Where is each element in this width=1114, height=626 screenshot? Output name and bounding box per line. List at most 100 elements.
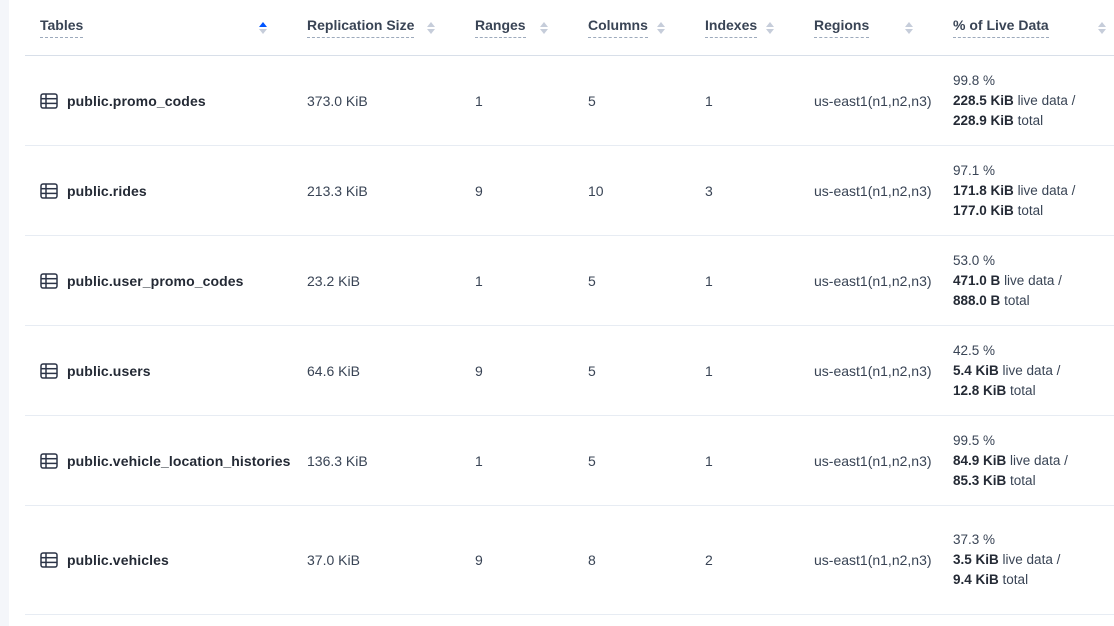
columns-cell: 5 — [588, 363, 705, 379]
live-data-total-value: 12.8 KiB — [953, 383, 1006, 398]
column-header-columns[interactable]: Columns — [588, 17, 705, 38]
table-icon — [40, 183, 58, 199]
ranges-cell: 1 — [475, 93, 588, 109]
sort-arrows-icon — [427, 22, 435, 34]
live-data-live-line: 171.8 KiB live data / — [953, 181, 1114, 201]
column-header-replication-size[interactable]: Replication Size — [307, 17, 475, 38]
live-data-total-line: 228.9 KiB total — [953, 111, 1114, 131]
live-data-live-value: 471.0 B — [953, 273, 1000, 288]
table-name-cell[interactable]: public.user_promo_codes — [40, 273, 307, 289]
ranges-cell: 9 — [475, 183, 588, 199]
live-data-total-value: 888.0 B — [953, 293, 1000, 308]
table-name-cell[interactable]: public.vehicle_location_histories — [40, 453, 307, 469]
table-name-cell[interactable]: public.vehicles — [40, 552, 307, 568]
table-name: public.user_promo_codes — [67, 273, 244, 289]
live-data-live-line: 471.0 B live data / — [953, 271, 1114, 291]
sort-arrows-icon — [766, 22, 774, 34]
live-data-total-line: 177.0 KiB total — [953, 201, 1114, 221]
live-data-cell: 42.5 %5.4 KiB live data /12.8 KiB total — [953, 341, 1114, 401]
regions-cell: us-east1(n1,n2,n3) — [814, 453, 953, 469]
table-name-cell[interactable]: public.users — [40, 363, 307, 379]
live-data-total-value: 85.3 KiB — [953, 473, 1006, 488]
live-data-live-label: live data / — [1018, 93, 1076, 108]
table-row[interactable]: public.rides213.3 KiB9103us-east1(n1,n2,… — [25, 146, 1114, 236]
live-data-cell: 99.8 %228.5 KiB live data /228.9 KiB tot… — [953, 71, 1114, 131]
live-data-percent: 97.1 % — [953, 161, 1114, 181]
columns-cell: 8 — [588, 552, 705, 568]
live-data-total-label: total — [1010, 383, 1036, 398]
live-data-live-line: 3.5 KiB live data / — [953, 550, 1114, 570]
database-tables-table: Tables Replication SizeRanges ColumnsIndex… — [9, 0, 1114, 615]
table-row[interactable]: public.vehicles37.0 KiB982us-east1(n1,n2… — [25, 506, 1114, 615]
indexes-cell: 1 — [705, 273, 814, 289]
table-name-cell[interactable]: public.rides — [40, 183, 307, 199]
live-data-live-line: 5.4 KiB live data / — [953, 361, 1114, 381]
indexes-cell: 1 — [705, 453, 814, 469]
live-data-total-label: total — [1018, 203, 1044, 218]
sort-arrows-icon — [1098, 22, 1106, 34]
live-data-live-value: 3.5 KiB — [953, 552, 999, 567]
table-icon — [40, 552, 58, 568]
table-name: public.rides — [67, 183, 147, 199]
table-icon — [40, 363, 58, 379]
live-data-cell: 37.3 %3.5 KiB live data /9.4 KiB total — [953, 530, 1114, 590]
live-data-total-value: 177.0 KiB — [953, 203, 1014, 218]
live-data-total-value: 9.4 KiB — [953, 572, 999, 587]
ranges-cell: 9 — [475, 363, 588, 379]
live-data-total-line: 9.4 KiB total — [953, 570, 1114, 590]
column-header-label: Ranges — [475, 17, 526, 38]
column-header-indexes[interactable]: Indexes — [705, 17, 814, 38]
table-row[interactable]: public.user_promo_codes23.2 KiB151us-eas… — [25, 236, 1114, 326]
column-header-live-data[interactable]: % of Live Data — [953, 17, 1114, 38]
live-data-percent: 37.3 % — [953, 530, 1114, 550]
live-data-percent: 99.5 % — [953, 431, 1114, 451]
live-data-total-line: 12.8 KiB total — [953, 381, 1114, 401]
table-name: public.vehicles — [67, 552, 169, 568]
table-row[interactable]: public.users64.6 KiB951us-east1(n1,n2,n3… — [25, 326, 1114, 416]
columns-cell: 10 — [588, 183, 705, 199]
live-data-percent: 99.8 % — [953, 71, 1114, 91]
replication-size-cell: 23.2 KiB — [307, 273, 475, 289]
table-row[interactable]: public.promo_codes373.0 KiB151us-east1(n… — [25, 56, 1114, 146]
column-header-label: Regions — [814, 17, 869, 38]
column-header-ranges[interactable]: Ranges — [475, 17, 588, 38]
table-icon — [40, 453, 58, 469]
indexes-cell: 1 — [705, 363, 814, 379]
replication-size-cell: 136.3 KiB — [307, 453, 475, 469]
live-data-total-label: total — [1003, 572, 1029, 587]
indexes-cell: 2 — [705, 552, 814, 568]
table-name-cell[interactable]: public.promo_codes — [40, 93, 307, 109]
live-data-live-value: 171.8 KiB — [953, 183, 1014, 198]
sort-arrows-icon — [540, 22, 548, 34]
live-data-cell: 53.0 %471.0 B live data /888.0 B total — [953, 251, 1114, 311]
table-name: public.vehicle_location_histories — [67, 453, 290, 469]
column-header-label: Indexes — [705, 17, 757, 38]
table-body: public.promo_codes373.0 KiB151us-east1(n… — [9, 56, 1114, 615]
live-data-total-value: 228.9 KiB — [953, 113, 1014, 128]
regions-cell: us-east1(n1,n2,n3) — [814, 363, 953, 379]
ranges-cell: 9 — [475, 552, 588, 568]
ranges-cell: 1 — [475, 273, 588, 289]
ranges-cell: 1 — [475, 453, 588, 469]
live-data-live-label: live data / — [1003, 363, 1061, 378]
live-data-total-line: 85.3 KiB total — [953, 471, 1114, 491]
live-data-cell: 99.5 %84.9 KiB live data /85.3 KiB total — [953, 431, 1114, 491]
column-header-label: % of Live Data — [953, 17, 1049, 38]
columns-cell: 5 — [588, 453, 705, 469]
table-icon — [40, 273, 58, 289]
live-data-percent: 53.0 % — [953, 251, 1114, 271]
live-data-live-label: live data / — [1003, 552, 1061, 567]
replication-size-cell: 213.3 KiB — [307, 183, 475, 199]
live-data-percent: 42.5 % — [953, 341, 1114, 361]
live-data-live-label: live data / — [1018, 183, 1076, 198]
columns-cell: 5 — [588, 93, 705, 109]
column-header-tables[interactable]: Tables — [40, 17, 307, 38]
regions-cell: us-east1(n1,n2,n3) — [814, 552, 953, 568]
table-header-row: Tables Replication SizeRanges ColumnsIndex… — [25, 0, 1114, 56]
table-row[interactable]: public.vehicle_location_histories 136.3 K… — [25, 416, 1114, 506]
live-data-live-label: live data / — [1004, 273, 1062, 288]
sort-arrows-icon — [259, 22, 267, 34]
column-header-label: Tables — [40, 17, 83, 38]
column-header-regions[interactable]: Regions — [814, 17, 953, 38]
indexes-cell: 3 — [705, 183, 814, 199]
